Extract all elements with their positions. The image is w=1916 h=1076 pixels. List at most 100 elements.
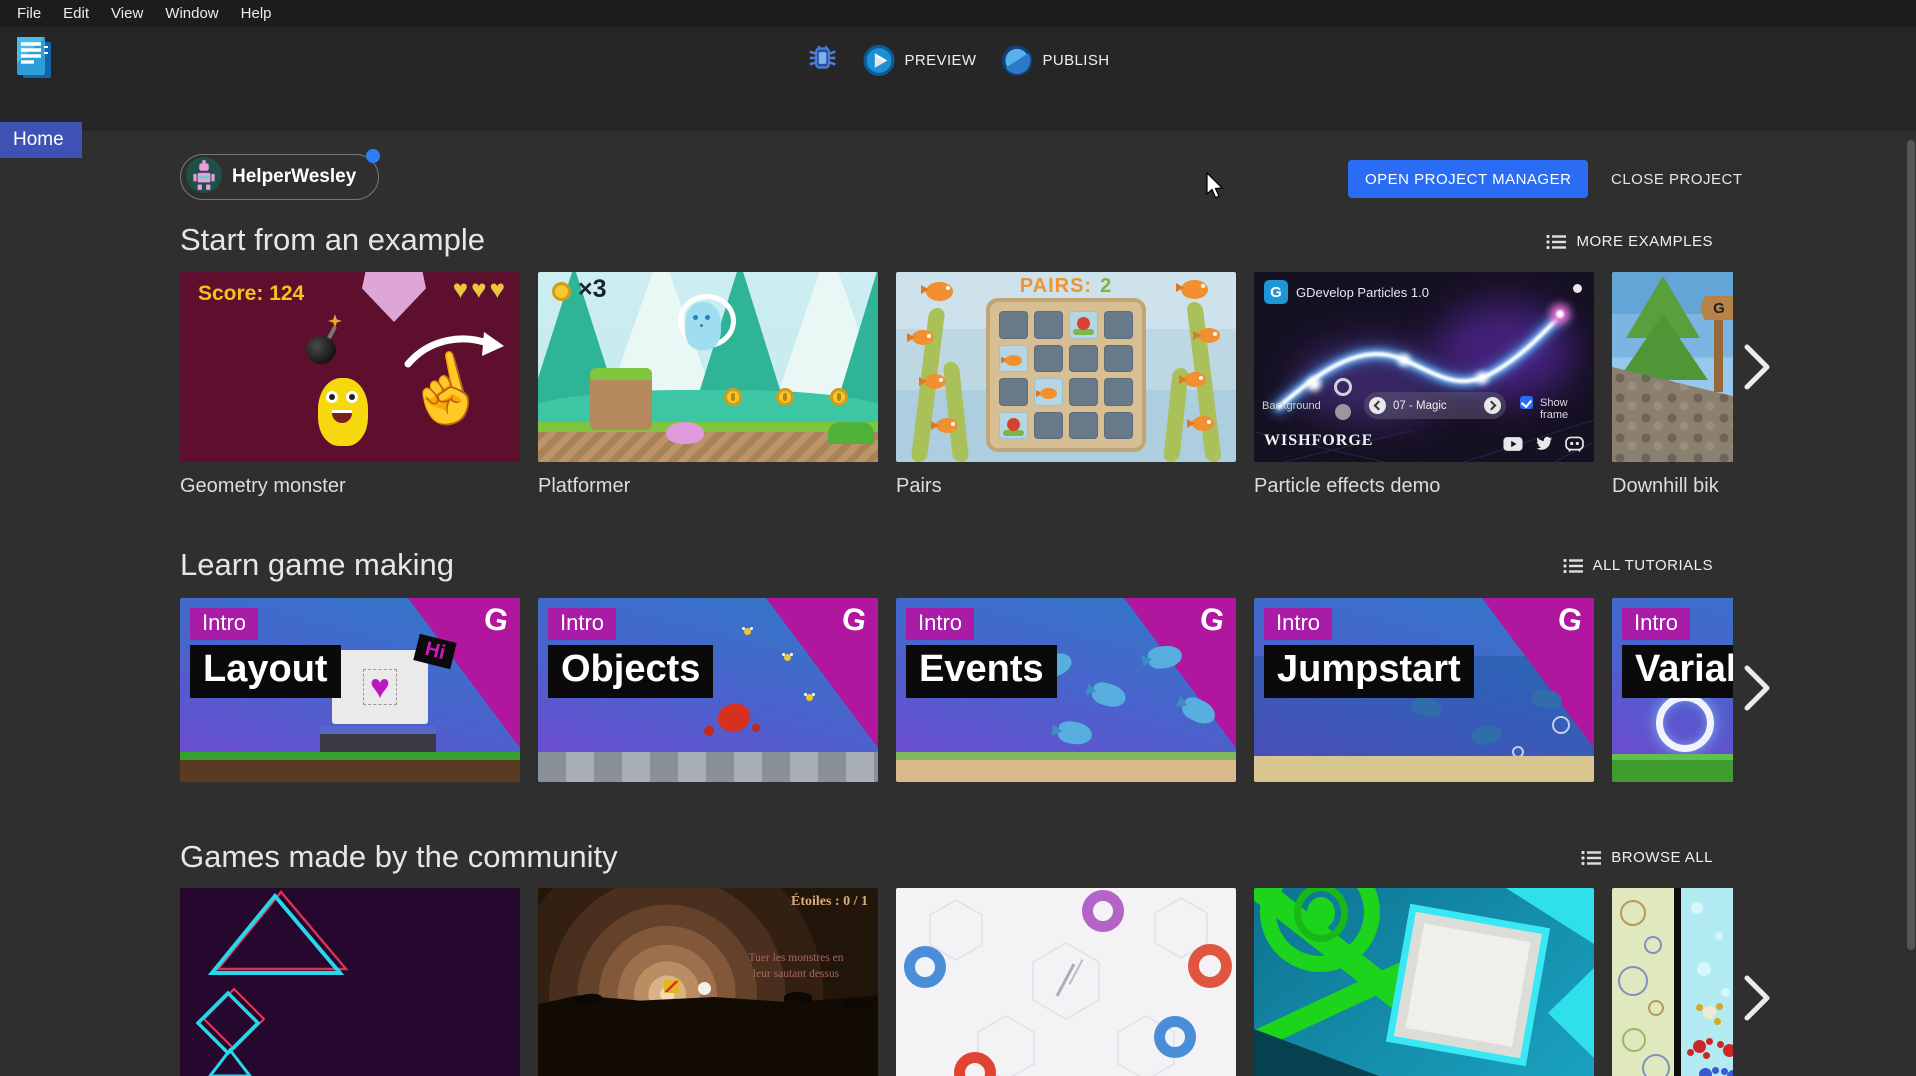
community-section-title: Games made by the community bbox=[180, 839, 618, 875]
example-caption: Platformer bbox=[538, 475, 878, 498]
objects-tutorial-thumbnail: G Intro Objects bbox=[538, 598, 878, 782]
pairs-thumbnail: PAIRS:2 bbox=[896, 272, 1236, 462]
hand-gesture-icon: ☝ bbox=[397, 347, 493, 431]
examples-scroll-right-button[interactable] bbox=[1742, 343, 1772, 391]
notification-dot bbox=[366, 149, 380, 163]
sunset-platformer-thumbnail: Étoiles : 0 / 1 Tuer les monstres en leu… bbox=[538, 888, 878, 1076]
tutorial-card-variables[interactable]: G +1 Intro Variab bbox=[1612, 598, 1733, 782]
bomb bbox=[306, 336, 336, 364]
next-effect-icon bbox=[1484, 397, 1501, 414]
heart-object: ♥ bbox=[364, 670, 396, 704]
wishforge-logo: WISHFORGE bbox=[1264, 432, 1373, 450]
coin-icon bbox=[552, 282, 571, 301]
card-board bbox=[986, 298, 1146, 452]
background-label: Background bbox=[1262, 400, 1321, 412]
tutorial-title: Layout bbox=[190, 645, 341, 698]
pentagon-shape bbox=[362, 272, 426, 322]
debugger-icon[interactable] bbox=[807, 42, 839, 79]
particles-thumbnail: G GDevelop Particles 1.0 Background 07 -… bbox=[1254, 272, 1594, 462]
tutorial-title: Variab bbox=[1622, 645, 1733, 698]
events-tutorial-thumbnail: G Intro Events bbox=[896, 598, 1236, 782]
example-card-platformer[interactable]: ×3 Platformer bbox=[538, 272, 878, 504]
community-card-4[interactable] bbox=[1254, 888, 1594, 1076]
publish-globe-icon bbox=[1000, 44, 1033, 77]
intro-badge: Intro bbox=[1622, 608, 1690, 640]
tutorials-scroll-right-button[interactable] bbox=[1742, 664, 1772, 712]
effect-name: 07 - Magic bbox=[1391, 400, 1479, 412]
info-icon bbox=[1573, 284, 1582, 293]
examples-row: Score: 124 ♥♥♥ ☝ Geometry monster bbox=[180, 272, 1733, 504]
glow-ring bbox=[1656, 694, 1714, 752]
tutorial-card-objects[interactable]: G Intro Objects bbox=[538, 598, 878, 782]
menu-help[interactable]: Help bbox=[230, 0, 283, 27]
community-card-1[interactable] bbox=[180, 888, 520, 1076]
community-card-5[interactable] bbox=[1612, 888, 1733, 1076]
menu-view[interactable]: View bbox=[100, 0, 154, 27]
mouse-cursor bbox=[1205, 172, 1225, 205]
layout-tutorial-thumbnail: G ♥ Hi Intro Layout bbox=[180, 598, 520, 782]
community-row: Étoiles : 0 / 1 Tuer les monstres en leu… bbox=[180, 888, 1733, 1076]
play-icon bbox=[863, 44, 896, 77]
publish-button[interactable]: PUBLISH bbox=[1000, 44, 1109, 77]
tutorial-card-jumpstart[interactable]: G Intro Jumpstart bbox=[1254, 598, 1594, 782]
menu-window[interactable]: Window bbox=[154, 0, 229, 27]
player-character bbox=[685, 302, 721, 350]
tutorial-card-layout[interactable]: G ♥ Hi Intro Layout bbox=[180, 598, 520, 782]
twitter-icon bbox=[1535, 436, 1553, 452]
monster bbox=[318, 378, 368, 446]
score-label: Score: 124 bbox=[198, 282, 304, 306]
menu-bar: File Edit View Window Help bbox=[0, 0, 1916, 27]
close-project-button[interactable]: CLOSE PROJECT bbox=[1599, 160, 1755, 198]
browse-all-label: BROWSE ALL bbox=[1611, 849, 1713, 866]
examples-section-title: Start from an example bbox=[180, 222, 485, 258]
all-tutorials-link[interactable]: ALL TUTORIALS bbox=[1563, 557, 1713, 574]
tab-home[interactable]: Home bbox=[0, 122, 82, 158]
example-card-pairs[interactable]: PAIRS:2 Pairs bbox=[896, 272, 1236, 504]
bomb-spark bbox=[328, 314, 342, 328]
toolbar-center: PREVIEW PUBLISH bbox=[807, 27, 1110, 93]
user-profile-chip[interactable]: HelperWesley bbox=[180, 154, 379, 200]
all-tutorials-label: ALL TUTORIALS bbox=[1593, 557, 1713, 574]
intro-badge: Intro bbox=[906, 608, 974, 640]
more-examples-link[interactable]: MORE EXAMPLES bbox=[1546, 233, 1713, 250]
slime-enemy bbox=[666, 422, 704, 444]
neon-shapes-thumbnail bbox=[180, 888, 520, 1076]
warning-sign bbox=[664, 980, 679, 993]
list-icon bbox=[1563, 558, 1583, 574]
community-card-2[interactable]: Étoiles : 0 / 1 Tuer les monstres en leu… bbox=[538, 888, 878, 1076]
example-card-geometry-monster[interactable]: Score: 124 ♥♥♥ ☝ Geometry monster bbox=[180, 272, 520, 504]
project-manager-icon[interactable] bbox=[14, 35, 54, 86]
variables-tutorial-thumbnail: G +1 Intro Variab bbox=[1612, 598, 1733, 782]
vertical-scrollbar[interactable] bbox=[1907, 140, 1915, 950]
platformer-thumbnail: ×3 bbox=[538, 272, 878, 462]
hearts-icon: ♥♥♥ bbox=[453, 274, 508, 305]
community-scroll-right-button[interactable] bbox=[1742, 974, 1772, 1022]
publish-label: PUBLISH bbox=[1042, 52, 1109, 69]
tutorial-title: Jumpstart bbox=[1264, 645, 1474, 698]
preview-label: PREVIEW bbox=[905, 52, 977, 69]
intro-badge: Intro bbox=[1264, 608, 1332, 640]
more-examples-label: MORE EXAMPLES bbox=[1576, 233, 1713, 250]
open-project-manager-button[interactable]: OPEN PROJECT MANAGER bbox=[1348, 160, 1588, 198]
teal-arcade-thumbnail bbox=[1254, 888, 1594, 1076]
menu-edit[interactable]: Edit bbox=[52, 0, 100, 27]
pairs-hud: PAIRS:2 bbox=[896, 275, 1236, 298]
gdevelop-window: File Edit View Window Help bbox=[0, 0, 1916, 1076]
tutorial-title: Events bbox=[906, 645, 1057, 698]
youtube-icon bbox=[1503, 436, 1523, 452]
tutorials-row: G ♥ Hi Intro Layout G Intro Objects bbox=[180, 598, 1733, 782]
browse-all-link[interactable]: BROWSE ALL bbox=[1581, 849, 1713, 866]
example-caption: Pairs bbox=[896, 475, 1236, 498]
example-card-particle-effects[interactable]: G GDevelop Particles 1.0 Background 07 -… bbox=[1254, 272, 1594, 504]
username: HelperWesley bbox=[232, 166, 356, 188]
example-caption: Particle effects demo bbox=[1254, 475, 1594, 498]
community-card-3[interactable] bbox=[896, 888, 1236, 1076]
avatar bbox=[186, 157, 222, 198]
menu-file[interactable]: File bbox=[6, 0, 52, 27]
preview-button[interactable]: PREVIEW bbox=[863, 44, 977, 77]
example-card-downhill-bike[interactable]: G Downhill bik bbox=[1612, 272, 1733, 504]
hex-puzzle-thumbnail bbox=[896, 888, 1236, 1076]
tutorial-card-events[interactable]: G Intro Events bbox=[896, 598, 1236, 782]
white-block bbox=[1394, 912, 1542, 1058]
gdevelop-logo-tile: G bbox=[1264, 280, 1288, 304]
